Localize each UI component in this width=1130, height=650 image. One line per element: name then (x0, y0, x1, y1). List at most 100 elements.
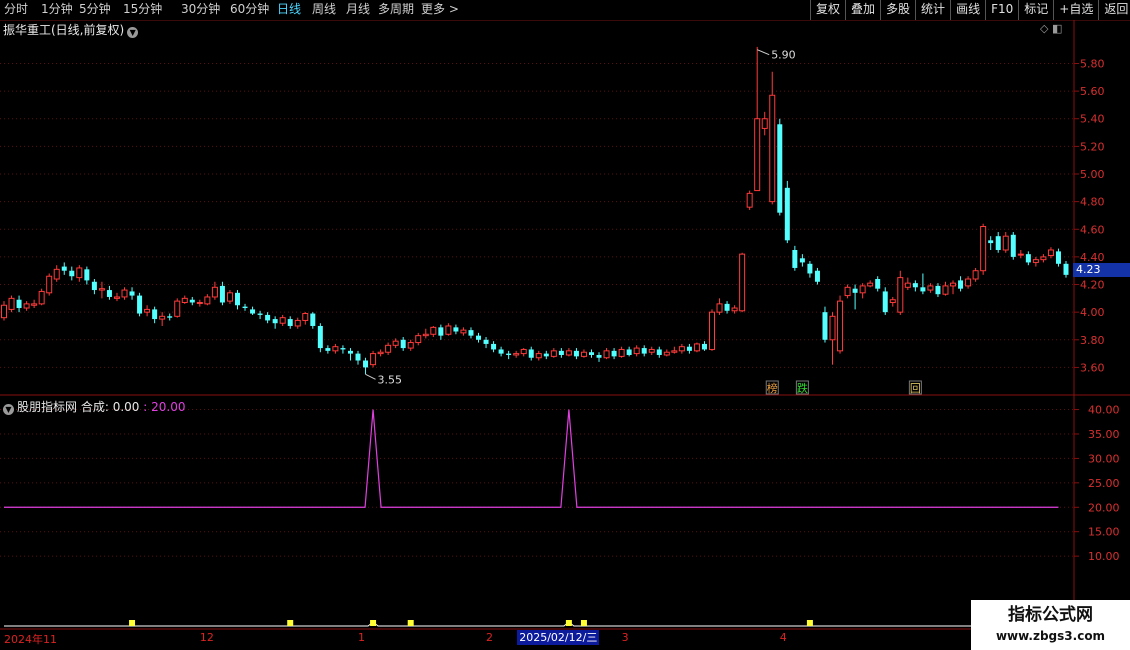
candle-body-down (250, 309, 256, 314)
candle-body-down (988, 240, 994, 244)
price-axis-label: 4.20 (1080, 279, 1105, 292)
candle-body-up (445, 325, 452, 335)
candle-body-down (656, 349, 662, 355)
candle-body-down (310, 313, 316, 326)
candle-body-down (588, 352, 594, 355)
candle-body-up (204, 296, 211, 305)
signal-label: 跌 (797, 381, 808, 395)
candle-body-down (355, 353, 361, 361)
candle-body-up (716, 303, 723, 313)
date-label-1: 12 (199, 631, 214, 644)
candle-body-up (927, 285, 934, 291)
candle-body-up (520, 348, 527, 355)
candle-body-up (844, 286, 851, 297)
signal-marker (806, 620, 813, 626)
candle-body-down (325, 348, 331, 351)
candle-body-down (272, 319, 278, 324)
signal-label: 回 (910, 382, 921, 395)
candle-body-down (468, 330, 474, 336)
candle-body-up (731, 307, 738, 312)
candle-body-down (920, 287, 926, 292)
cursor-date-label: 2025/02/12/三 (517, 630, 600, 645)
candle-body-up (279, 317, 286, 324)
candle-body-up (23, 303, 30, 309)
candle-body-down (814, 270, 820, 282)
indicator-name: 股朋指标网 (17, 400, 78, 414)
candle-body-down (129, 291, 135, 296)
candle-body-up (1040, 256, 1047, 261)
price-axis-label: 4.80 (1080, 196, 1105, 209)
candle-body-down (701, 343, 707, 350)
candle-body-down (784, 187, 790, 241)
candle-body-down (573, 350, 579, 357)
candle-body-up (897, 277, 904, 313)
candle-body-up (769, 94, 776, 203)
indicator-axis-label: 10.00 (1088, 550, 1120, 563)
kline-chart[interactable]: 5.80 5.60 5.40 5.20 5.00 4.80 4.60 4.40 4.20 4.00… (0, 0, 1130, 650)
candle-body-up (113, 296, 120, 299)
candle-body-down (799, 258, 805, 263)
candle-body-down (84, 269, 90, 281)
candle-body-up (385, 344, 392, 353)
price-axis-label: 5.80 (1080, 57, 1105, 70)
price-axis-label: 5.00 (1080, 168, 1105, 181)
candle-body-down (1063, 263, 1069, 275)
candle-body-up (211, 286, 218, 298)
chevron-down-icon[interactable]: ▼ (3, 404, 14, 415)
candle-body-down (340, 348, 346, 350)
candle-body-down (234, 292, 240, 306)
candle-body-up (648, 348, 655, 353)
signal-label: 榜 (767, 381, 778, 395)
candle-body-up (950, 282, 957, 287)
indicator-series-label: 合成: (80, 400, 109, 414)
candle-body-up (618, 348, 625, 357)
indicator-axis-label: 40.00 (1088, 404, 1120, 417)
indicator-series-value: 0.00 (112, 400, 140, 414)
signal-baseline (4, 621, 1059, 627)
candle-body-down (641, 348, 647, 354)
indicator-axis-label: 20.00 (1088, 501, 1120, 514)
candle-body-up (550, 350, 557, 357)
candle-body-down (611, 350, 617, 357)
candle-body-up (1017, 253, 1024, 256)
candle-body-up (565, 350, 572, 356)
candle-body-down (61, 266, 67, 271)
candle-body-up (31, 303, 38, 306)
candle-body-up (678, 346, 685, 352)
signal-marker (565, 620, 572, 626)
candle-body-down (257, 313, 263, 315)
candle-body-up (1, 304, 7, 319)
candle-body-down (686, 346, 692, 351)
watermark: 指标公式网 www.zbgs3.com (971, 600, 1130, 650)
candle-body-down (875, 279, 881, 289)
price-axis-label: 4.40 (1080, 251, 1105, 264)
candle-body-up (663, 351, 670, 356)
date-label-5: 4 (779, 631, 787, 644)
candle-body-down (807, 263, 813, 274)
candle-body-down (363, 360, 369, 368)
candle-body-up (535, 353, 542, 359)
high-price-label: 5.90 (771, 49, 796, 62)
candle-body-down (137, 295, 143, 314)
candle-body-up (580, 351, 587, 357)
candle-body-down (106, 290, 112, 297)
candle-body-up (38, 290, 45, 305)
candle-body-up (196, 301, 203, 304)
candle-body-up (746, 192, 753, 208)
price-axis-label: 4.00 (1080, 306, 1105, 319)
price-axis-label: 5.60 (1080, 85, 1105, 98)
candle-body-down (995, 236, 1001, 250)
candle-body-up (302, 313, 309, 321)
date-label-3: 2 (486, 631, 494, 644)
candle-body-down (1055, 251, 1061, 264)
candle-body-up (370, 353, 377, 366)
candle-body-down (347, 350, 353, 354)
candle-body-down (219, 285, 225, 303)
low-price-label: 3.55 (378, 373, 403, 386)
candle-body-up (754, 118, 761, 192)
price-axis-label: 3.60 (1080, 361, 1105, 374)
candle-body-down (724, 303, 730, 311)
watermark-url: www.zbgs3.com (995, 629, 1106, 643)
candle-body-up (332, 346, 339, 352)
candle-body-up (889, 299, 896, 303)
